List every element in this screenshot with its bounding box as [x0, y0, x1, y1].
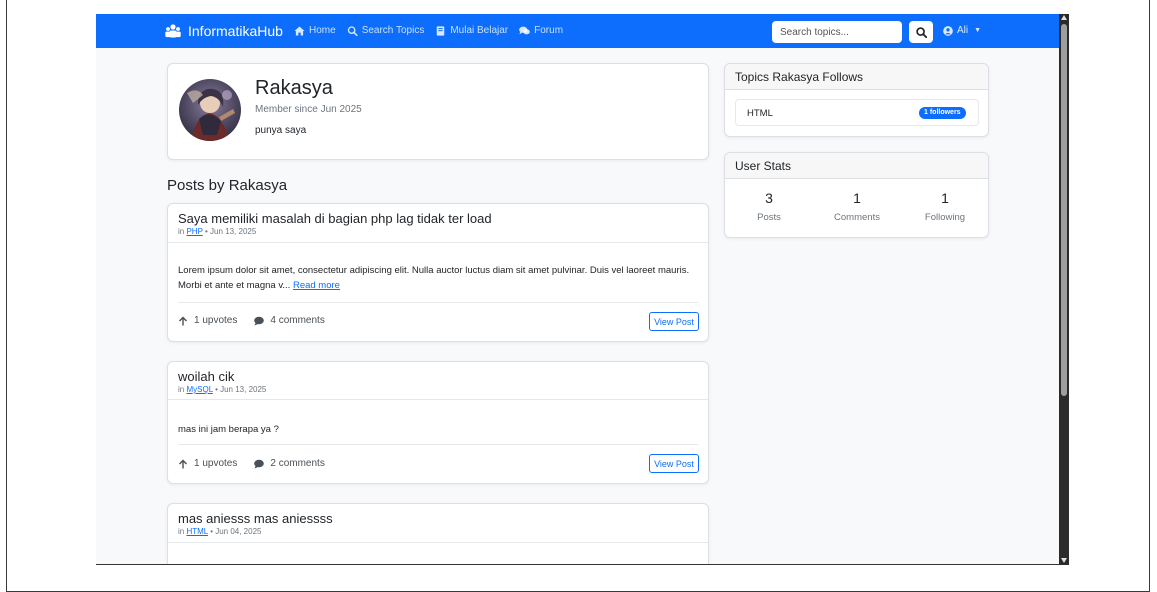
read-more-link[interactable]: Read more — [293, 280, 340, 291]
topics-follows-card: Topics Rakasya Follows HTML 1 followers — [724, 63, 989, 137]
post-title[interactable]: mas aniesss mas aniessss — [178, 511, 333, 526]
stat-posts: 3 Posts — [725, 190, 813, 223]
post-excerpt: mas ini jam berapa ya ? — [178, 422, 698, 437]
post-date: • Jun 13, 2025 — [215, 385, 267, 394]
comment-icon — [254, 316, 265, 325]
post-meta-prefix: in — [178, 385, 185, 394]
stat-posts-value: 3 — [765, 190, 773, 206]
nav-search-topics-label: Search Topics — [361, 25, 425, 36]
scroll-up-arrow-icon[interactable] — [1061, 15, 1067, 20]
profile-member-since: Member since Jun 2025 — [255, 104, 362, 115]
brand-link[interactable]: InformatikaHub — [165, 23, 283, 39]
post-stats: 1 upvotes 2 comments — [178, 458, 325, 469]
post-header: Saya memiliki masalah di bagian php lag … — [168, 204, 708, 243]
post-meta-prefix: in — [178, 227, 185, 236]
comment-icon — [254, 459, 265, 468]
page-frame-left — [6, 0, 7, 592]
post-title[interactable]: Saya memiliki masalah di bagian php lag … — [178, 211, 492, 226]
profile-bio: punya saya — [255, 125, 307, 136]
stat-following-label: Following — [924, 212, 966, 223]
post-excerpt-text: Lorem ipsum dolor sit amet, consectetur … — [178, 265, 690, 291]
nav-home[interactable]: Home — [294, 25, 336, 36]
caret-down-icon: ▼ — [974, 27, 982, 34]
post-meta: in HTML • Jun 04, 2025 — [178, 527, 261, 536]
user-stats-card: User Stats 3 Posts 1 Comments 1 Followin… — [724, 152, 989, 238]
nav-mulai-belajar-label: Mulai Belajar — [450, 25, 509, 36]
post-meta-prefix: in — [178, 527, 185, 536]
stat-following-value: 1 — [941, 190, 949, 206]
search-icon — [915, 26, 927, 38]
scrollbar-thumb[interactable] — [1061, 24, 1067, 396]
arrow-up-icon — [179, 459, 187, 468]
post-excerpt: Lorem ipsum dolor sit amet, consectetur … — [178, 263, 698, 293]
stat-comments-value: 1 — [853, 190, 861, 206]
avatar — [179, 79, 241, 141]
stat-comments-label: Comments — [834, 212, 880, 223]
stat-posts-label: Posts — [757, 212, 781, 223]
post-header: mas aniesss mas aniessss in HTML • Jun 0… — [168, 504, 708, 543]
user-name: Ali — [957, 25, 969, 36]
search-button[interactable] — [909, 21, 933, 43]
posts-section-title: Posts by Rakasya — [167, 177, 288, 194]
search-icon — [347, 25, 358, 36]
navbar: InformatikaHub Home Search Topics Mulai … — [96, 14, 1059, 48]
post-card: mas aniesss mas aniessss in HTML • Jun 0… — [167, 503, 709, 564]
post-comments: 4 comments — [270, 315, 325, 326]
nav-mulai-belajar[interactable]: Mulai Belajar — [435, 25, 508, 36]
home-icon — [294, 25, 305, 36]
post-date: • Jun 04, 2025 — [210, 527, 262, 536]
post-upvotes: 1 upvotes — [194, 315, 238, 326]
post-card: woilah cik in MySQL • Jun 13, 2025 mas i… — [167, 361, 709, 484]
stat-following: 1 Following — [901, 190, 989, 223]
view-post-button[interactable]: View Post — [649, 454, 699, 473]
scrollbar[interactable] — [1059, 14, 1069, 565]
nav-links: Home Search Topics Mulai Belajar Forum — [294, 25, 563, 36]
post-comments: 2 comments — [270, 458, 325, 469]
post-header: woilah cik in MySQL • Jun 13, 2025 — [168, 362, 708, 400]
profile-name: Rakasya — [255, 77, 333, 99]
user-stats-title: User Stats — [725, 153, 988, 179]
post-upvotes: 1 upvotes — [194, 458, 238, 469]
view-post-button[interactable]: View Post — [649, 312, 699, 331]
nav-forum[interactable]: Forum — [519, 25, 563, 36]
brand-name: InformatikaHub — [188, 23, 283, 39]
post-topic-link[interactable]: PHP — [186, 227, 202, 236]
search-input[interactable] — [772, 21, 902, 43]
users-icon — [165, 24, 181, 38]
post-stats: 1 upvotes 4 comments — [178, 315, 325, 326]
user-menu-dropdown[interactable]: Ali ▼ — [943, 25, 981, 36]
app-viewport: InformatikaHub Home Search Topics Mulai … — [96, 14, 1059, 565]
followers-badge: 1 followers — [919, 107, 966, 119]
post-card: Saya memiliki masalah di bagian php lag … — [167, 203, 709, 342]
comments-icon — [519, 26, 530, 34]
post-meta: in PHP • Jun 13, 2025 — [178, 227, 256, 236]
topics-follows-title: Topics Rakasya Follows — [725, 64, 988, 90]
post-title[interactable]: woilah cik — [178, 369, 234, 384]
profile-card: Rakasya Member since Jun 2025 punya saya — [167, 63, 709, 160]
user-circle-icon — [943, 25, 953, 36]
post-meta: in MySQL • Jun 13, 2025 — [178, 385, 266, 394]
followed-topic-item[interactable]: HTML 1 followers — [735, 99, 979, 126]
nav-home-label: Home — [309, 25, 336, 36]
scroll-down-arrow-icon[interactable] — [1061, 558, 1067, 563]
post-divider — [178, 302, 698, 303]
stat-comments: 1 Comments — [813, 190, 901, 223]
nav-search-topics[interactable]: Search Topics — [347, 25, 425, 36]
book-icon — [437, 25, 445, 36]
nav-forum-label: Forum — [534, 25, 564, 36]
page-frame-right — [1149, 0, 1150, 592]
post-date: • Jun 13, 2025 — [205, 227, 257, 236]
post-topic-link[interactable]: HTML — [186, 527, 207, 536]
post-excerpt-text: mas ini jam berapa ya ? — [178, 424, 279, 435]
post-divider — [178, 444, 698, 445]
followed-topic-name: HTML — [747, 108, 773, 119]
post-topic-link[interactable]: MySQL — [186, 385, 212, 394]
arrow-up-icon — [179, 316, 187, 325]
